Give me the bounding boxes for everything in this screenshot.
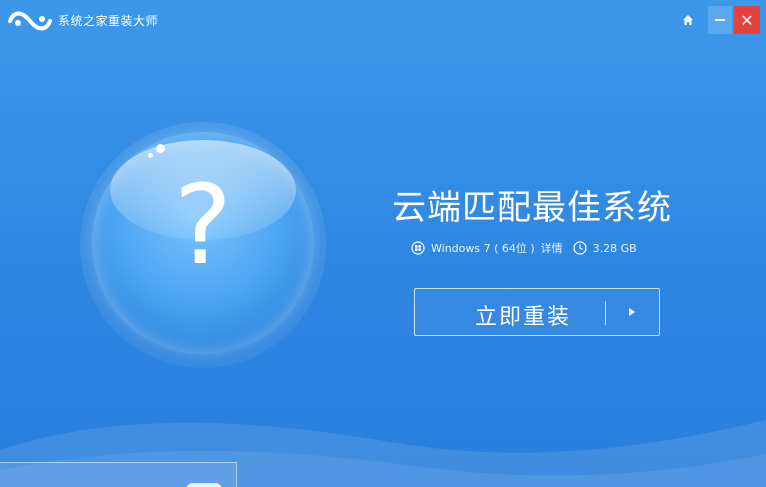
orb-highlight-dot [156,144,165,153]
system-info-row: Windows 7 ( 64位 ) 详情 3.28 GB [411,240,637,256]
install-now-button[interactable]: 立即重装 [414,288,660,336]
home-icon [683,15,693,25]
app-window: 系统之家重装大师 ✕ ? 云端匹配最佳系统 Windows 7 (64位) … [0,0,766,487]
play-arrow-icon[interactable] [625,305,639,319]
app-logo-icon [8,11,52,31]
headline: 云端匹配最佳系统 [392,188,672,228]
minimize-icon [715,19,725,21]
minimize-button[interactable] [708,6,732,34]
close-icon: ✕ [740,10,754,30]
title-bar: 系统之家重装大师 ✕ [0,0,766,40]
system-size: 3.28 GB [592,241,637,255]
home-button[interactable] [676,6,700,34]
install-button-divider [605,301,606,325]
bottom-panel [0,462,237,487]
install-button-label: 立即重装 [475,305,572,330]
question-orb: ? [92,132,314,354]
app-title: 系统之家重装大师 [58,14,159,28]
details-link[interactable]: 详情 [541,240,563,256]
question-mark: ? [173,161,233,289]
close-button[interactable]: ✕ [734,6,760,34]
bottom-toggle[interactable] [186,483,222,487]
orb-highlight-dot-small [148,153,153,158]
system-name: Windows 7 ( 64位 ) [431,242,535,255]
windows-icon [411,241,425,255]
clock-icon [573,241,587,255]
